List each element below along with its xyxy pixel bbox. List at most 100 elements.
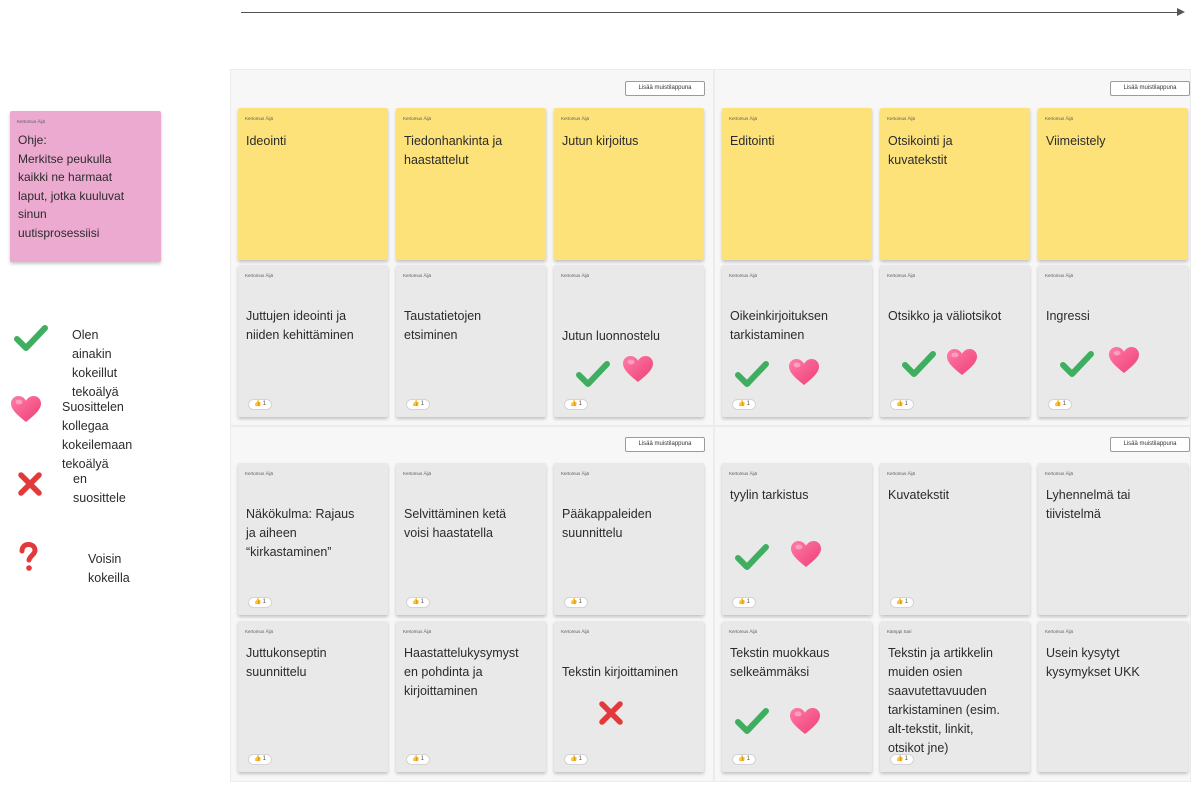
vote-badge[interactable]: 👍1 bbox=[732, 597, 756, 608]
thumbs-up-icon: 👍 bbox=[738, 756, 746, 762]
task-note[interactable]: Kertomus Äijä Näkökulma: Rajaus ja aiheen… bbox=[238, 463, 388, 615]
task-note[interactable]: Kertomus Äijä Selvittäminen ketä voisi ha… bbox=[396, 463, 546, 615]
vote-badge[interactable]: 👍1 bbox=[406, 399, 430, 410]
task-label: Näkökulma: Rajaus ja aiheen “kirkastamin… bbox=[246, 507, 355, 559]
heart-icon bbox=[788, 358, 820, 386]
vote-badge[interactable]: 👍1 bbox=[248, 399, 272, 410]
timeline-arrow bbox=[241, 12, 1179, 13]
task-note[interactable]: Kertomus Äijä Kuvatekstit 👍1 bbox=[880, 463, 1030, 615]
check-icon bbox=[735, 707, 769, 735]
task-note[interactable]: Kertomus Äijä Otsikko ja väliotsikot 👍1 bbox=[880, 265, 1030, 417]
task-label: Taustatietojen etsiminen bbox=[404, 309, 482, 342]
task-note[interactable]: Kertomus Äijä Haastattelukysymyst en pohd… bbox=[396, 621, 546, 772]
task-note[interactable]: Kertomus Äijä Tekstin kirjoittaminen 👍1 bbox=[554, 621, 704, 772]
vote-count: 1 bbox=[904, 756, 908, 762]
task-note[interactable]: Kertomus Äijä Juttukonseptin suunnittelu 👍… bbox=[238, 621, 388, 772]
add-note-button[interactable]: Lisää muistilappuna bbox=[625, 81, 705, 96]
note-author: Kertomus Äijä bbox=[561, 116, 590, 121]
vote-count: 1 bbox=[578, 756, 582, 762]
thumbs-up-icon: 👍 bbox=[412, 756, 420, 762]
note-author: Kertomus Äijä bbox=[561, 273, 590, 278]
vote-badge[interactable]: 👍1 bbox=[406, 597, 430, 608]
vote-badge[interactable]: 👍1 bbox=[1048, 399, 1072, 410]
phase-note[interactable]: Kertomus Äijä Ideointi bbox=[238, 108, 388, 260]
phase-label: Jutun kirjoitus bbox=[562, 134, 639, 148]
thumbs-up-icon: 👍 bbox=[570, 599, 578, 605]
phase-note[interactable]: Kertomus Äijä Jutun kirjoitus bbox=[554, 108, 704, 260]
check-icon bbox=[735, 543, 769, 571]
heart-icon bbox=[790, 540, 822, 568]
task-note[interactable]: Kertomus Äijä Juttujen ideointi ja niiden… bbox=[238, 265, 388, 417]
note-author: Kertomus Äijä bbox=[561, 471, 590, 476]
thumbs-up-icon: 👍 bbox=[896, 756, 904, 762]
thumbs-up-icon: 👍 bbox=[570, 756, 578, 762]
vote-badge[interactable]: 👍1 bbox=[732, 754, 756, 765]
question-icon bbox=[18, 542, 38, 572]
task-note[interactable]: Kertomus Äijä Taustatietojen etsiminen 👍1 bbox=[396, 265, 546, 417]
task-note[interactable]: Kertomus Äijä Tekstin muokkaus selkeämmäk… bbox=[722, 621, 872, 772]
legend-label: Voisin kokeilla bbox=[88, 552, 130, 585]
note-author: Kertomus Äijä bbox=[1045, 471, 1074, 476]
phase-label: Otsikointi ja kuvatekstit bbox=[888, 134, 953, 167]
add-note-button[interactable]: Lisää muistilappuna bbox=[625, 437, 705, 452]
legend-label: Suosittelen kollegaa kokeilemaan tekoäly… bbox=[62, 400, 133, 471]
task-label: Tekstin kirjoittaminen bbox=[562, 665, 679, 679]
phase-note[interactable]: Kertomus Äijä Otsikointi ja kuvatekstit bbox=[880, 108, 1030, 260]
task-label: tyylin tarkistus bbox=[730, 488, 809, 502]
thumbs-up-icon: 👍 bbox=[738, 599, 746, 605]
thumbs-up-icon: 👍 bbox=[254, 401, 262, 407]
task-note[interactable]: Kertomus Äijä Pääkappaleiden suunnittelu 👍… bbox=[554, 463, 704, 615]
vote-count: 1 bbox=[746, 756, 750, 762]
task-label: Lyhennelmä tai tiivistelmä bbox=[1046, 488, 1131, 521]
vote-badge[interactable]: 👍1 bbox=[564, 754, 588, 765]
phase-label: Tiedonhankinta ja haastattelut bbox=[404, 134, 503, 167]
thumbs-up-icon: 👍 bbox=[896, 401, 904, 407]
vote-badge[interactable]: 👍1 bbox=[890, 597, 914, 608]
phase-label: Ideointi bbox=[246, 134, 287, 148]
vote-badge[interactable]: 👍1 bbox=[406, 754, 430, 765]
vote-count: 1 bbox=[746, 401, 750, 407]
note-author: Kertomus Äijä bbox=[245, 471, 274, 476]
legend-label: Olen ainakin kokeillut tekoälyä bbox=[72, 328, 119, 399]
task-note[interactable]: Kertomus Äijä Oikeinkirjoituksen tarkista… bbox=[722, 265, 872, 417]
task-label: Juttujen ideointi ja niiden kehittäminen bbox=[246, 309, 354, 342]
phase-note[interactable]: Kertomus Äijä Tiedonhankinta ja haastatte… bbox=[396, 108, 546, 260]
check-icon bbox=[735, 360, 769, 388]
task-label: Ingressi bbox=[1046, 309, 1090, 323]
vote-badge[interactable]: 👍1 bbox=[248, 597, 272, 608]
phase-note[interactable]: Kertomus Äijä Editointi bbox=[722, 108, 872, 260]
heart-icon bbox=[10, 395, 42, 423]
cross-icon bbox=[597, 699, 625, 727]
cross-icon bbox=[16, 470, 44, 498]
note-author: Kertomus Äijä bbox=[729, 629, 758, 634]
vote-badge[interactable]: 👍1 bbox=[248, 754, 272, 765]
add-note-button[interactable]: Lisää muistilappuna bbox=[1110, 437, 1190, 452]
task-note[interactable]: Kertomus Äijä Usein kysytyt kysymykset UK… bbox=[1038, 621, 1188, 772]
vote-badge[interactable]: 👍1 bbox=[564, 399, 588, 410]
thumbs-up-icon: 👍 bbox=[570, 401, 578, 407]
vote-count: 1 bbox=[904, 401, 908, 407]
phase-label: Editointi bbox=[730, 134, 775, 148]
task-note[interactable]: Kertomus Äijä Lyhennelmä tai tiivistelmä bbox=[1038, 463, 1188, 615]
check-icon bbox=[576, 360, 610, 388]
vote-badge[interactable]: 👍1 bbox=[890, 754, 914, 765]
vote-badge[interactable]: 👍1 bbox=[890, 399, 914, 410]
thumbs-up-icon: 👍 bbox=[412, 599, 420, 605]
heart-icon bbox=[789, 707, 821, 735]
vote-badge[interactable]: 👍1 bbox=[564, 597, 588, 608]
thumbs-up-icon: 👍 bbox=[738, 401, 746, 407]
add-note-button[interactable]: Lisää muistilappuna bbox=[1110, 81, 1190, 96]
task-note[interactable]: Kertomus Äijä Ingressi 👍1 bbox=[1038, 265, 1188, 417]
task-note[interactable]: Kertomus Äijä Jutun luonnostelu 👍1 bbox=[554, 265, 704, 417]
phase-note[interactable]: Kertomus Äijä Viimeistely bbox=[1038, 108, 1188, 260]
check-icon bbox=[14, 324, 48, 352]
task-label: Otsikko ja väliotsikot bbox=[888, 309, 1002, 323]
note-author: Kertomus Äijä bbox=[403, 273, 432, 278]
instruction-note: Kertomus Äijä Ohje: Merkitse peukulla kai… bbox=[10, 111, 161, 262]
legend-label: en suosittele bbox=[73, 472, 126, 505]
note-author: Kertomus Äijä bbox=[245, 629, 274, 634]
task-note[interactable]: Kertomus Äijä tyylin tarkistus 👍1 bbox=[722, 463, 872, 615]
vote-badge[interactable]: 👍1 bbox=[732, 399, 756, 410]
task-note[interactable]: Kämppi Sari Tekstin ja artikkelin muiden … bbox=[880, 621, 1030, 772]
timeline-arrowhead bbox=[1177, 8, 1185, 16]
